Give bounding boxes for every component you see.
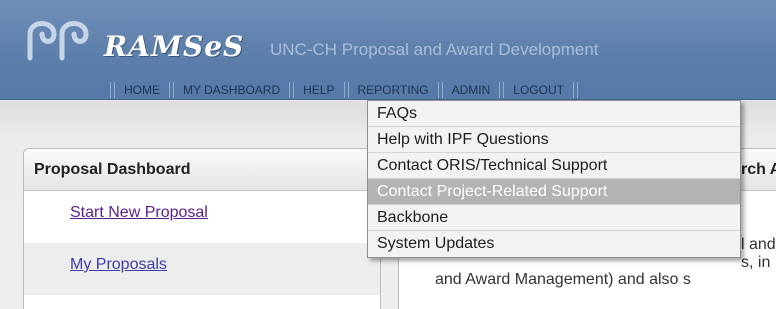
nav-reporting[interactable]: REPORTING: [358, 83, 429, 97]
ramses-logo-icon: [27, 21, 89, 61]
menu-item-contact-oris-support[interactable]: Contact ORIS/Technical Support: [368, 153, 740, 179]
nav-separator: [169, 82, 174, 98]
panel-text: and Award Management) and also s: [435, 271, 691, 288]
nav-help[interactable]: HELP: [303, 83, 334, 97]
menu-item-help-ipf-questions[interactable]: Help with IPF Questions: [368, 127, 740, 153]
nav-my-dashboard[interactable]: MY DASHBOARD: [183, 83, 280, 97]
panel-title: Proposal Dashboard: [24, 149, 380, 191]
list-item: Start New Proposal: [24, 191, 380, 243]
list-item: My Proposals: [24, 243, 380, 295]
panel-text: l and: [741, 236, 776, 253]
nav-separator: [437, 82, 443, 98]
menu-item-faqs[interactable]: FAQs: [368, 101, 740, 127]
search-panel-title: rch A: [741, 161, 776, 178]
nav-separator: [110, 82, 115, 98]
my-proposals-link[interactable]: My Proposals: [70, 256, 167, 273]
panel-text: s, in: [741, 254, 771, 271]
menu-item-system-updates[interactable]: System Updates: [368, 231, 740, 257]
app-brand[interactable]: RAMSeS: [104, 30, 244, 63]
main-nav: HOME MY DASHBOARD HELP REPORTING ADMIN L…: [101, 82, 587, 98]
menu-item-backbone[interactable]: Backbone: [368, 205, 740, 231]
nav-separator: [572, 82, 578, 98]
app-tagline: UNC-CH Proposal and Award Development: [270, 40, 599, 59]
nav-admin[interactable]: ADMIN: [452, 83, 491, 97]
nav-separator: [289, 82, 295, 98]
start-new-proposal-link[interactable]: Start New Proposal: [70, 204, 208, 221]
nav-separator: [499, 82, 505, 98]
app-header: RAMSeS UNC-CH Proposal and Award Develop…: [0, 0, 776, 100]
proposal-dashboard-panel: Proposal Dashboard Start New Proposal My…: [23, 148, 381, 309]
help-dropdown-menu: FAQs Help with IPF Questions Contact ORI…: [367, 100, 741, 258]
nav-separator: [343, 82, 349, 98]
nav-logout[interactable]: LOGOUT: [513, 83, 564, 97]
nav-home[interactable]: HOME: [124, 83, 160, 97]
menu-item-contact-project-support[interactable]: Contact Project-Related Support: [368, 179, 740, 205]
